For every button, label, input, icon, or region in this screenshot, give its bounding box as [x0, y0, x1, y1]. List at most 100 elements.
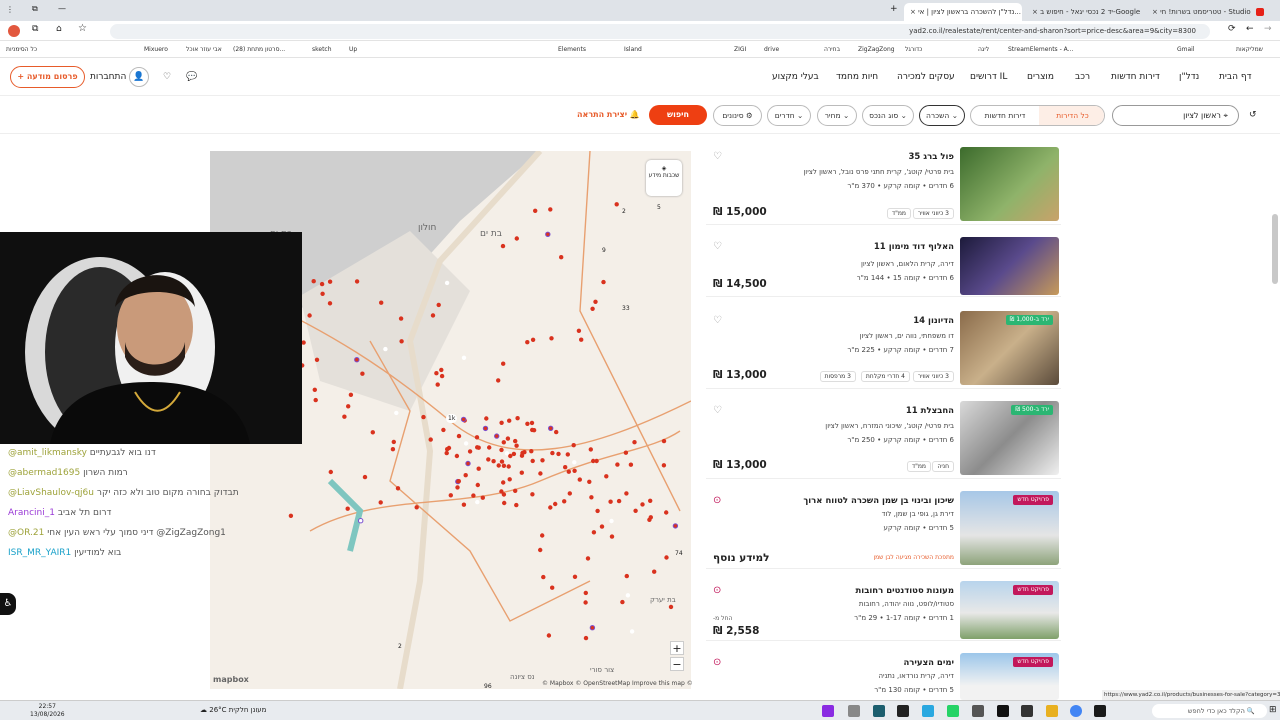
listing-marker[interactable] — [346, 404, 351, 409]
taskbar-clock[interactable]: 22:57 13/08/2026 — [30, 703, 65, 719]
listing-marker[interactable] — [515, 416, 520, 421]
listing-card[interactable]: פרויקט חדש ימים הצעירה דירה, קרית נורדאו… — [706, 653, 1061, 700]
listing-marker[interactable] — [448, 493, 453, 498]
map-cluster-count[interactable]: 96 — [484, 683, 492, 690]
listing-marker[interactable] — [476, 466, 481, 471]
create-alert-button[interactable]: יצירת התראה 🔔 — [577, 110, 640, 119]
tab-close-icon[interactable]: × — [1152, 8, 1158, 16]
bookmark-star-icon[interactable]: ☆ — [78, 23, 87, 34]
listing-marker[interactable] — [360, 371, 365, 376]
listing-marker[interactable] — [562, 499, 567, 504]
listing-marker[interactable] — [383, 346, 388, 352]
listing-marker[interactable] — [463, 473, 468, 478]
listing-marker[interactable] — [565, 452, 570, 457]
tab-search-icon[interactable]: ⌂ — [56, 24, 62, 34]
map-cluster-count[interactable]: 33 — [622, 305, 630, 312]
listing-price[interactable]: למידע נוסף — [713, 552, 769, 564]
listing-marker[interactable] — [548, 505, 553, 510]
listing-marker[interactable] — [514, 236, 519, 241]
listing-marker[interactable] — [399, 339, 404, 344]
listing-marker[interactable] — [327, 279, 333, 284]
chrome-icon[interactable] — [1070, 705, 1082, 717]
reload-icon[interactable]: ⟳ — [1228, 24, 1236, 34]
listing-marker[interactable] — [311, 279, 316, 284]
listing-marker[interactable] — [428, 437, 433, 442]
listing-marker[interactable] — [661, 463, 667, 468]
listing-card[interactable]: פרויקט חדש מעונות סטודנטים רחובות סטודיו… — [706, 581, 1061, 641]
listing-marker[interactable] — [572, 574, 578, 579]
listing-marker[interactable] — [614, 202, 619, 207]
tab-yad2[interactable]: × נדל"ן להשכרה בראשון לציון | אי... — [904, 3, 1022, 21]
nav-cars[interactable]: רכב — [1075, 72, 1090, 82]
listing-marker[interactable] — [354, 279, 360, 284]
listing-marker[interactable] — [378, 500, 383, 505]
listing-marker[interactable] — [455, 485, 460, 490]
listing-photo[interactable]: ירד ב-1,000 ₪ — [960, 311, 1059, 385]
listing-marker[interactable] — [589, 495, 594, 500]
listing-photo[interactable]: פרויקט חדש — [960, 653, 1059, 700]
listing-marker[interactable] — [513, 488, 518, 493]
listing-marker[interactable] — [342, 414, 347, 419]
listing-marker[interactable] — [514, 443, 519, 448]
listing-card[interactable]: ירד ב-1,000 ₪ הדיונון 14 דו משפחתי, נווה… — [706, 311, 1061, 389]
listing-marker[interactable] — [550, 585, 555, 590]
listing-marker[interactable] — [501, 440, 506, 445]
bookmark-item[interactable]: ZIGI — [734, 41, 746, 57]
listing-marker[interactable] — [529, 420, 535, 426]
listing-marker[interactable] — [348, 392, 354, 397]
listing-marker[interactable] — [553, 501, 558, 507]
bookmark-item[interactable]: Island — [624, 41, 642, 57]
listing-marker[interactable] — [501, 361, 506, 366]
rooms-dropdown[interactable]: חדרים ⌄ — [767, 105, 811, 126]
map-cluster-count[interactable]: 5 — [657, 204, 661, 211]
weather-widget[interactable]: ☁ 26°C מעונן חלקית — [200, 706, 266, 714]
bookmark-item[interactable]: Elements — [558, 41, 586, 57]
listing-marker[interactable] — [456, 479, 461, 484]
listing-marker[interactable] — [499, 459, 505, 464]
listing-marker[interactable] — [474, 435, 480, 440]
app-icon[interactable] — [873, 705, 885, 717]
file-explorer-icon[interactable] — [1046, 705, 1058, 717]
listing-marker[interactable] — [354, 357, 360, 363]
listing-marker[interactable] — [556, 451, 561, 457]
listing-marker[interactable] — [444, 280, 450, 286]
window-restore-icon[interactable]: ⧉ — [32, 4, 38, 14]
listing-marker[interactable] — [572, 460, 577, 465]
login-link[interactable]: התחברות — [90, 72, 126, 82]
listing-marker[interactable] — [585, 556, 591, 561]
listing-marker[interactable] — [390, 447, 396, 452]
bookmark-item[interactable]: drive — [764, 41, 779, 57]
listing-marker[interactable] — [540, 458, 545, 463]
bookmark-item[interactable]: ליגה — [978, 41, 989, 57]
listing-marker[interactable] — [608, 499, 613, 504]
listing-marker[interactable] — [623, 450, 629, 455]
chat-icon[interactable]: 💬 — [183, 69, 201, 87]
info-icon[interactable]: ⊙ — [713, 585, 721, 596]
app-icon[interactable] — [1021, 705, 1033, 717]
info-icon[interactable]: ⊙ — [713, 495, 721, 506]
app-icon[interactable] — [1094, 705, 1106, 717]
listing-marker[interactable] — [550, 450, 555, 456]
listing-marker[interactable] — [549, 336, 554, 341]
listing-marker[interactable] — [624, 573, 629, 579]
listing-marker[interactable] — [379, 300, 384, 305]
listing-marker[interactable] — [554, 429, 559, 435]
map-cluster-count[interactable]: 74 — [675, 550, 683, 557]
map-attribution[interactable]: © Mapbox © OpenStreetMap Improve this ma… — [542, 680, 693, 687]
listing-card[interactable]: פרויקט חדש שיכון ובינוי בן שמן השכרה לטו… — [706, 491, 1061, 569]
favorite-heart-icon[interactable]: ♡ — [713, 315, 722, 326]
listing-card[interactable]: האלוף דוד מימון 11 דירה, קרית הלאום, ראש… — [706, 237, 1061, 297]
listing-marker[interactable] — [499, 447, 504, 453]
listing-marker[interactable] — [632, 440, 637, 445]
listing-marker[interactable] — [358, 518, 364, 524]
listing-marker[interactable] — [648, 498, 653, 503]
listing-marker[interactable] — [609, 518, 614, 524]
listing-marker[interactable] — [604, 474, 609, 479]
listing-marker[interactable] — [588, 447, 593, 452]
listing-marker[interactable] — [441, 427, 446, 433]
listing-card[interactable]: פול ברג 35 בית פרטי/ קוטג', קרית חתני פר… — [706, 147, 1061, 225]
listing-marker[interactable] — [461, 502, 467, 507]
listing-marker[interactable] — [467, 449, 473, 454]
listing-marker[interactable] — [320, 291, 325, 296]
listing-marker[interactable] — [545, 231, 551, 238]
